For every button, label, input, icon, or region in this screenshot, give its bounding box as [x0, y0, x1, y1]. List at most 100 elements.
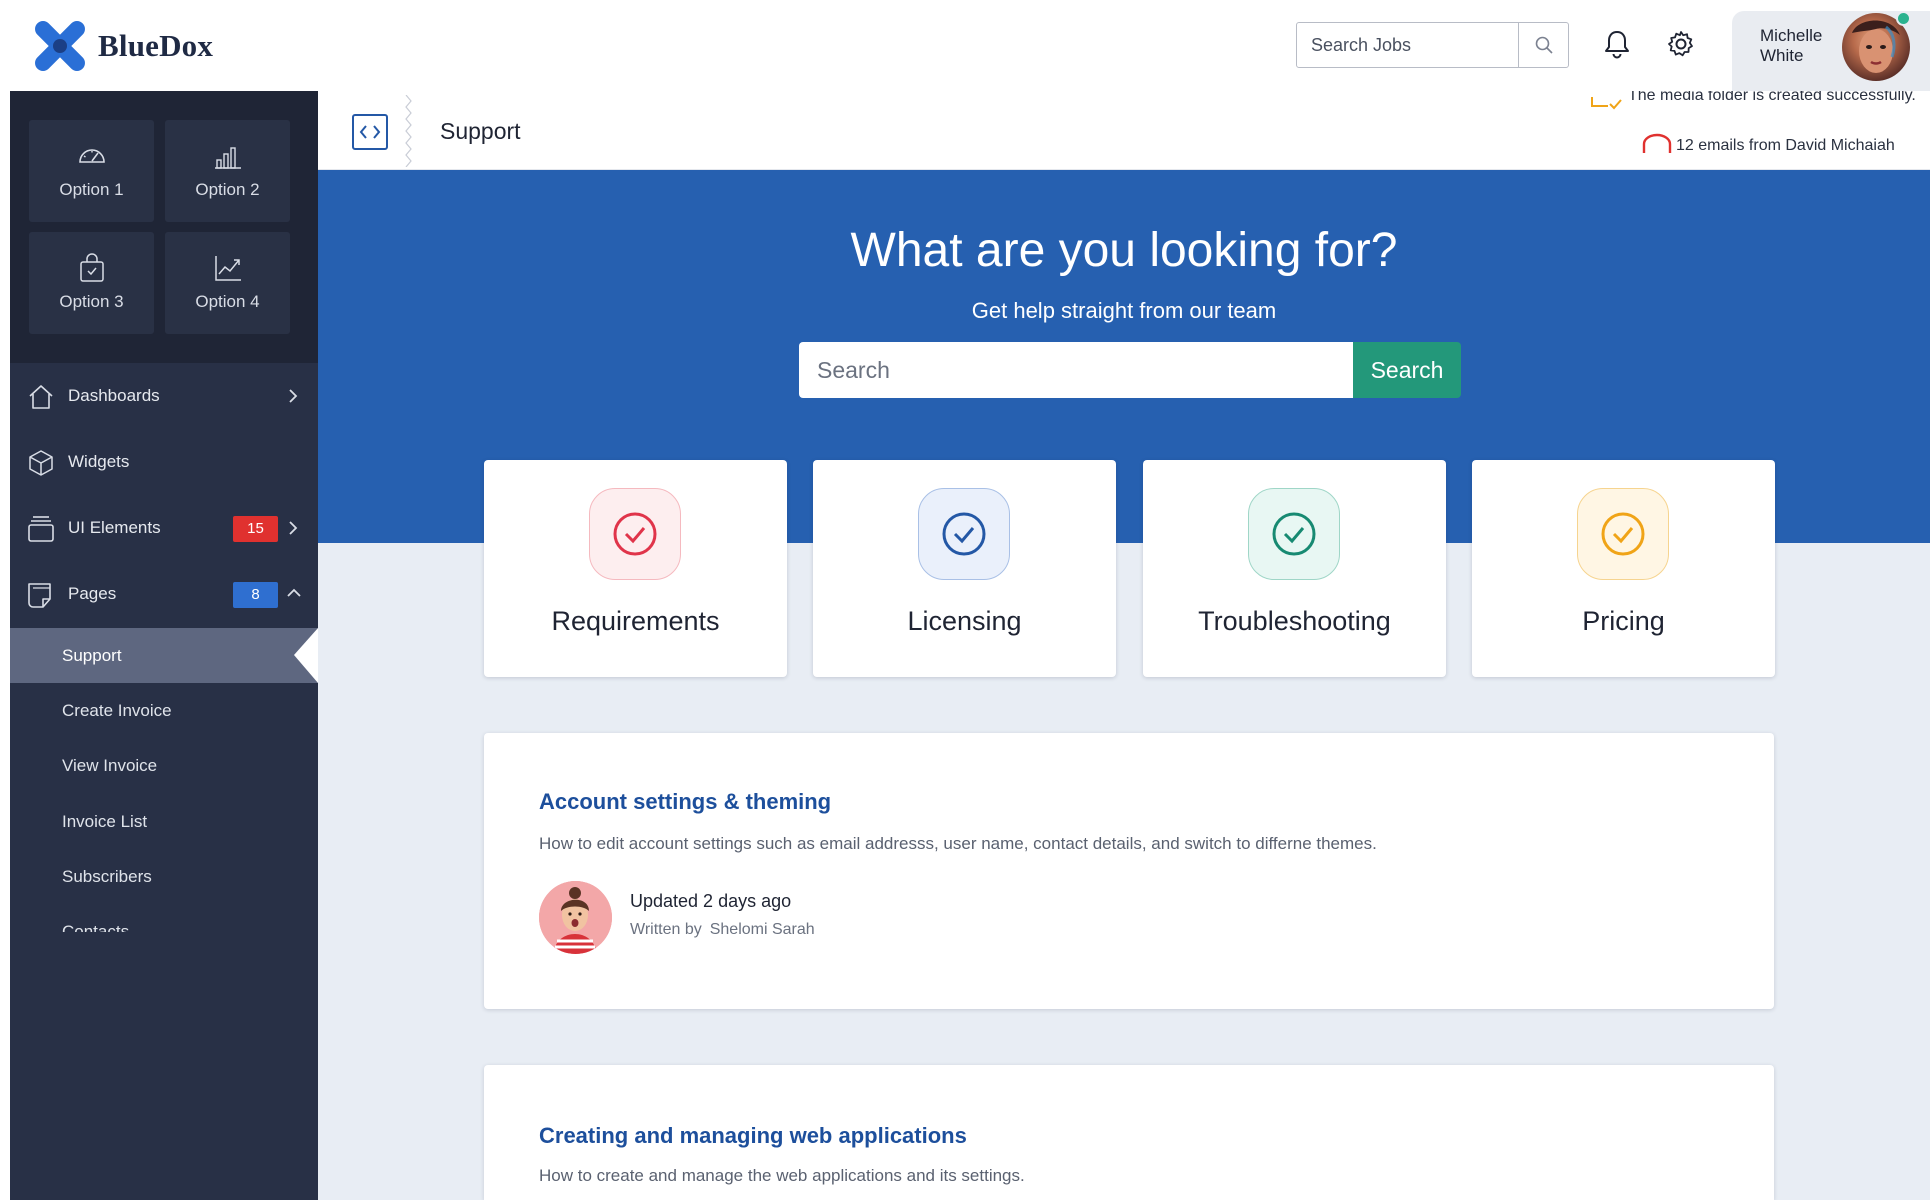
sidebar-subitem-support[interactable]: Support [10, 628, 318, 683]
notifications-button[interactable] [1600, 27, 1634, 61]
written-by-label: Written by [630, 921, 702, 938]
sidebar-subitem-label: Contacts [62, 922, 130, 932]
option-3-tile[interactable]: Option 3 [29, 232, 154, 334]
page-header: Support The media folder is created succ… [318, 91, 1930, 170]
bell-icon [1605, 31, 1629, 59]
article-card: Account settings & theming How to edit a… [484, 733, 1774, 1009]
check-circle-icon [1601, 512, 1645, 556]
sidebar-item-label: UI Elements [68, 518, 161, 537]
cube-icon [29, 450, 53, 476]
gear-icon [1668, 31, 1693, 57]
option-4-label: Option 4 [195, 292, 260, 311]
sidebar-subitem-view-invoice[interactable]: View Invoice [10, 738, 318, 793]
chevron-right-icon [289, 521, 298, 535]
ticker-message: The media folder is created successfully… [1628, 91, 1916, 104]
speedometer-icon [79, 149, 105, 163]
sidebar-subitem-label: Support [62, 646, 122, 665]
search-icon [1535, 36, 1553, 54]
home-icon [29, 385, 53, 409]
article-title-link[interactable]: Creating and managing web applications [539, 1123, 967, 1149]
category-icon-badge [1577, 488, 1669, 580]
article-description: How to edit account settings such as ema… [539, 834, 1377, 853]
check-circle-icon [942, 512, 986, 556]
check-circle-icon [613, 512, 657, 556]
sidebar-subitem-subscribers[interactable]: Subscribers [10, 849, 318, 904]
bluedox-logo-icon [35, 21, 85, 71]
sidebar-item-label: Pages [68, 584, 117, 603]
category-card-licensing[interactable]: Licensing [813, 460, 1116, 677]
page-title: Support [440, 118, 521, 144]
divider-zigzag [405, 95, 412, 167]
top-header: BlueDox Michelle White [0, 0, 1930, 91]
trend-chart-icon [215, 256, 241, 281]
check-circle-icon [1272, 512, 1316, 556]
pages-count-badge: 8 [233, 582, 278, 608]
settings-button[interactable] [1664, 27, 1698, 61]
author-avatar [539, 881, 612, 954]
author-name-link[interactable]: Shelomi Sarah [710, 921, 815, 938]
sidebar-subitem-label: Subscribers [62, 867, 152, 886]
user-menu[interactable]: Michelle White [1732, 11, 1930, 91]
brand-name: BlueDox [98, 28, 214, 63]
bar-chart-icon [215, 147, 241, 169]
hero-title: What are you looking for? [850, 224, 1398, 277]
code-brackets-icon [359, 125, 381, 139]
chevron-right-icon [289, 389, 298, 403]
pages-icon [28, 583, 51, 608]
article-title-link[interactable]: Account settings & theming [539, 789, 831, 815]
category-label: Licensing [907, 606, 1022, 636]
sidebar-subitem-label: Invoice List [62, 812, 148, 831]
sidebar-item-pages[interactable]: Pages 8 [10, 561, 318, 627]
sidebar-item-widgets[interactable]: Widgets [10, 429, 318, 495]
sidebar-subitem-invoice-list[interactable]: Invoice List [10, 794, 318, 849]
category-icon-badge [918, 488, 1010, 580]
headset-icon [1642, 133, 1672, 153]
sidebar-item-label: Widgets [68, 452, 130, 471]
online-status-dot [1896, 11, 1911, 26]
option-4-tile[interactable]: Option 4 [165, 232, 290, 334]
sidebar-toggle-button[interactable] [352, 114, 388, 150]
chevron-up-icon [287, 588, 301, 597]
article-updated: Updated 2 days ago [630, 891, 792, 911]
article-byline: Written by Shelomi Sarah [630, 921, 815, 939]
category-card-requirements[interactable]: Requirements [484, 460, 787, 677]
layers-icon [28, 516, 54, 542]
option-1-label: Option 1 [59, 180, 124, 199]
sidebar-subitem-contacts[interactable]: Contacts [10, 904, 318, 932]
article-description: How to create and manage the web applica… [539, 1166, 1025, 1185]
article-card: Creating and managing web applications H… [484, 1065, 1774, 1200]
job-search-button[interactable] [1518, 23, 1568, 67]
job-search-box [1296, 22, 1569, 68]
brand-logo[interactable]: BlueDox [30, 16, 213, 76]
category-icon-badge [1248, 488, 1340, 580]
category-label: Pricing [1582, 606, 1665, 636]
shopping-bag-icon [80, 253, 104, 282]
hero-subtitle: Get help straight from our team [971, 298, 1277, 323]
sidebar-item-ui-elements[interactable]: UI Elements 15 [10, 495, 318, 561]
sidebar-subitem-label: Create Invoice [62, 701, 172, 720]
help-search-bar: Search [799, 342, 1461, 398]
option-3-label: Option 3 [59, 292, 124, 311]
ticker-message: 12 emails from David Michaiah [1676, 137, 1895, 154]
sidebar-subitem-create-invoice[interactable]: Create Invoice [10, 683, 318, 738]
job-search-input[interactable] [1297, 23, 1518, 67]
option-2-tile[interactable]: Option 2 [165, 120, 290, 222]
option-2-label: Option 2 [195, 180, 260, 199]
option-1-tile[interactable]: Option 1 [29, 120, 154, 222]
category-card-pricing[interactable]: Pricing [1472, 460, 1775, 677]
category-icon-badge [589, 488, 681, 580]
sidebar-item-label: Dashboards [68, 386, 160, 405]
category-card-troubleshooting[interactable]: Troubleshooting [1143, 460, 1446, 677]
sidebar: Option 1 Option 2 Option 3 Option 4 Dash… [10, 91, 318, 1200]
active-indicator [294, 628, 318, 683]
folder-check-icon [1591, 97, 1622, 110]
notification-ticker: The media folder is created successfully… [1568, 91, 1928, 170]
ui-elements-count-badge: 15 [233, 516, 278, 542]
sidebar-item-dashboards[interactable]: Dashboards [10, 363, 318, 429]
category-label: Troubleshooting [1198, 606, 1391, 636]
quick-options: Option 1 Option 2 Option 3 Option 4 [10, 91, 318, 363]
help-search-input[interactable] [799, 342, 1353, 398]
author-portrait-icon [539, 881, 612, 954]
help-search-button[interactable]: Search [1353, 342, 1461, 398]
user-name: Michelle White [1760, 26, 1823, 65]
